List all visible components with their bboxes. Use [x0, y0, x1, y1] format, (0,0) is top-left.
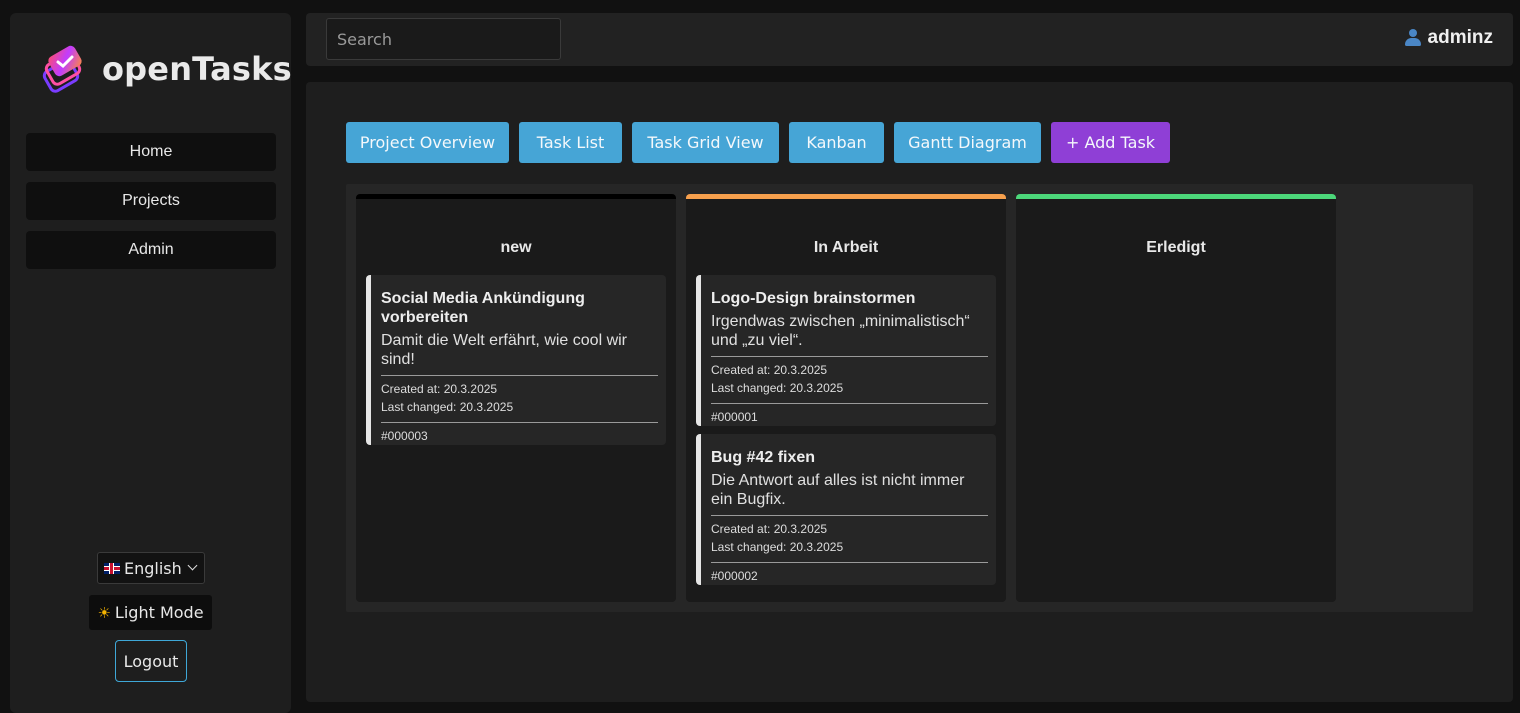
app-name: openTasks — [102, 50, 292, 88]
task-changed: Last changed: 20.3.2025 — [381, 400, 514, 414]
kanban-board: new Social Media Ankündigung vorbereiten… — [346, 184, 1473, 612]
theme-toggle-label: Light Mode — [114, 603, 204, 622]
topbar: adminz — [306, 13, 1513, 66]
task-description: Irgendwas zwischen „minimalistisch“ und … — [711, 313, 970, 349]
theme-toggle-button[interactable]: ☀ Light Mode — [89, 595, 212, 630]
kanban-column-new[interactable]: new Social Media Ankündigung vorbereiten… — [356, 194, 676, 602]
language-select[interactable]: English — [97, 552, 205, 584]
divider — [711, 356, 988, 357]
task-title: Social Media Ankündigung vorbereiten — [381, 290, 585, 326]
uk-flag-icon — [104, 562, 120, 574]
task-card[interactable]: Social Media Ankündigung vorbereiten Dam… — [366, 275, 666, 445]
username: adminz — [1427, 27, 1493, 48]
divider — [711, 403, 988, 404]
sidebar-item-projects[interactable]: Projects — [26, 182, 276, 220]
brand[interactable]: openTasks — [36, 43, 292, 95]
project-overview-button[interactable]: Project Overview — [346, 122, 509, 163]
user-icon — [1404, 28, 1422, 48]
search-input[interactable] — [326, 18, 561, 60]
language-label: English — [124, 558, 182, 578]
task-card[interactable]: Logo-Design brainstormen Irgendwas zwisc… — [696, 275, 996, 426]
task-changed: Last changed: 20.3.2025 — [711, 540, 844, 554]
sidebar: openTasks Home Projects Admin English ☀ … — [10, 13, 292, 713]
column-title: In Arbeit — [813, 239, 879, 256]
task-description: Damit die Welt erfährt, wie cool wir sin… — [381, 332, 627, 368]
task-list-button[interactable]: Task List — [519, 122, 622, 163]
gantt-diagram-button[interactable]: Gantt Diagram — [894, 122, 1041, 163]
kanban-column-in-arbeit[interactable]: In Arbeit Logo-Design brainstormen Irgen… — [686, 194, 1006, 602]
task-title: Logo-Design brainstormen — [711, 290, 916, 307]
divider — [711, 515, 988, 516]
task-card[interactable]: Bug #42 fixen Die Antwort auf alles ist … — [696, 434, 996, 585]
app-logo-icon — [36, 43, 88, 95]
task-created: Created at: 20.3.2025 — [711, 363, 828, 377]
sun-icon: ☀ — [97, 603, 111, 622]
column-title: new — [500, 239, 532, 256]
task-created: Created at: 20.3.2025 — [381, 382, 498, 396]
divider — [381, 375, 658, 376]
task-description: Die Antwort auf alles ist nicht immer ei… — [711, 472, 965, 508]
task-id: #000003 — [381, 429, 428, 443]
user-menu[interactable]: adminz — [1404, 27, 1493, 49]
column-title: Erledigt — [1146, 239, 1206, 256]
main-panel: Project Overview Task List Task Grid Vie… — [306, 82, 1513, 702]
kanban-column-erledigt[interactable]: Erledigt — [1016, 194, 1336, 602]
task-title: Bug #42 fixen — [711, 449, 816, 466]
task-changed: Last changed: 20.3.2025 — [711, 381, 844, 395]
sidebar-item-home[interactable]: Home — [26, 133, 276, 171]
task-created: Created at: 20.3.2025 — [711, 522, 828, 536]
sidebar-item-admin[interactable]: Admin — [26, 231, 276, 269]
kanban-button[interactable]: Kanban — [789, 122, 884, 163]
divider — [381, 422, 658, 423]
logout-button[interactable]: Logout — [115, 640, 187, 682]
add-task-button[interactable]: + Add Task — [1051, 122, 1170, 163]
task-id: #000002 — [711, 569, 758, 583]
task-grid-view-button[interactable]: Task Grid View — [632, 122, 779, 163]
divider — [711, 562, 988, 563]
task-id: #000001 — [711, 410, 758, 424]
chevron-down-icon — [187, 560, 198, 571]
